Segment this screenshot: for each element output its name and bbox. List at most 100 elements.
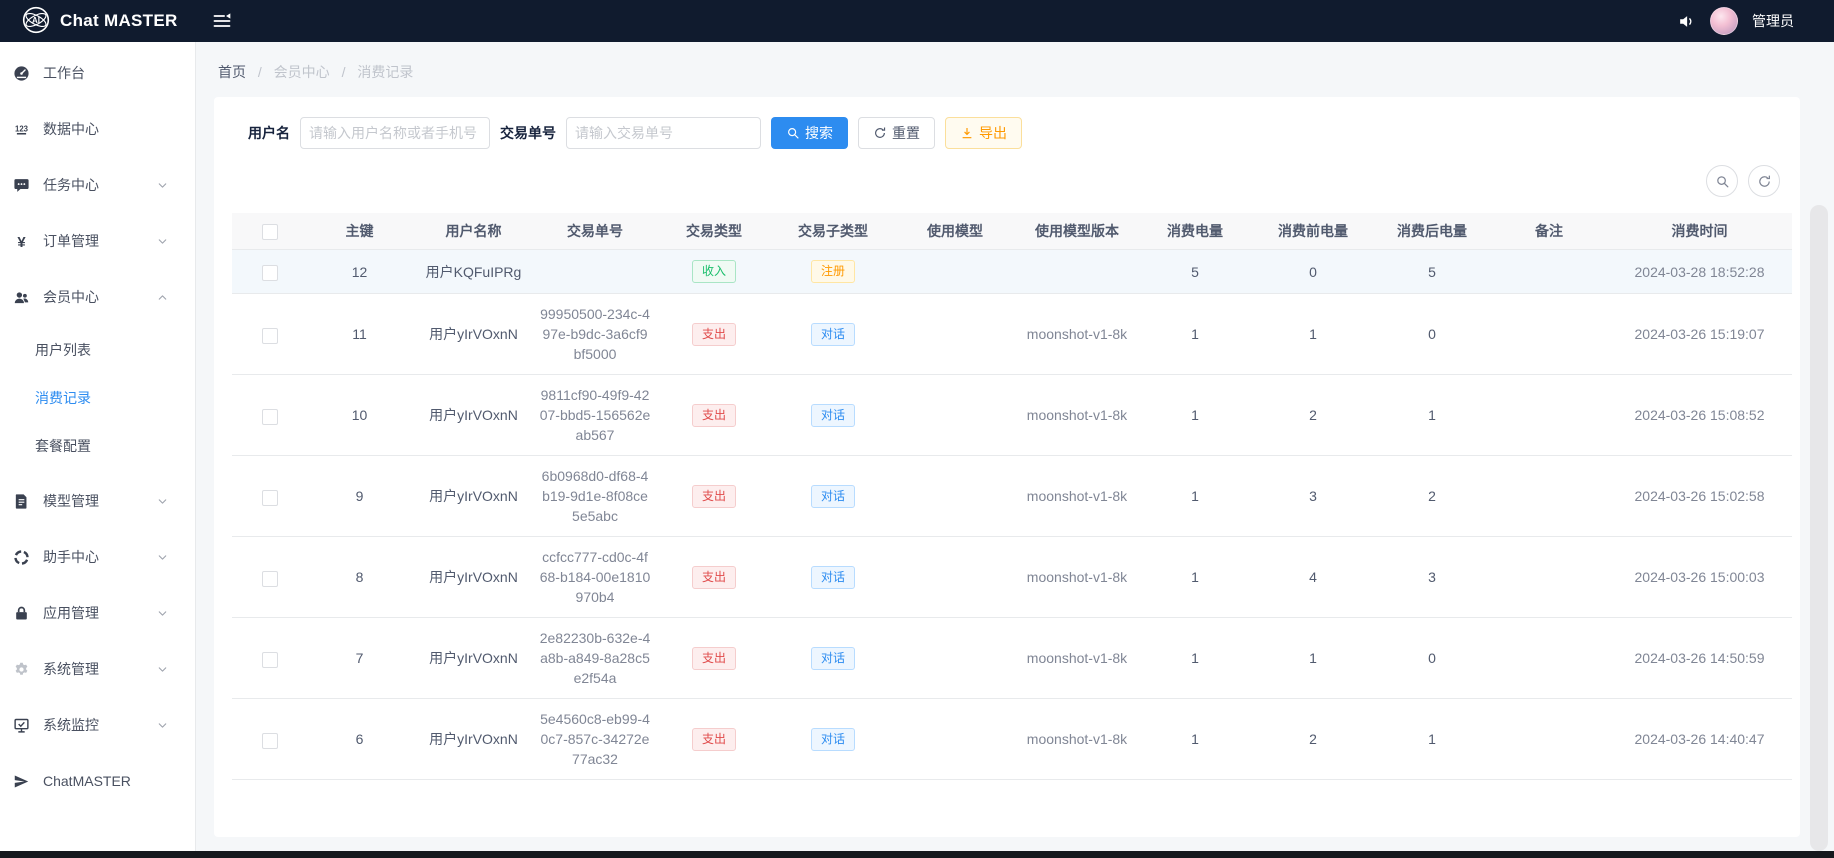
cell-id: 8 bbox=[307, 537, 412, 618]
username-input[interactable] bbox=[300, 117, 490, 149]
order-no-input[interactable] bbox=[566, 117, 761, 149]
cell-select bbox=[232, 294, 307, 375]
sidebar-item-system-management[interactable]: 系统管理 bbox=[0, 648, 195, 690]
column-header: 消费后电量 bbox=[1373, 213, 1491, 250]
cell-power: 1 bbox=[1137, 618, 1253, 699]
search-icon bbox=[1715, 174, 1730, 189]
cell-power-after: 2 bbox=[1373, 456, 1491, 537]
column-header: 使用模型版本 bbox=[1017, 213, 1137, 250]
row-checkbox[interactable] bbox=[262, 409, 278, 425]
filter-bar: 用户名 交易单号 搜索 重置 导出 bbox=[232, 117, 1782, 149]
cell-power-before: 2 bbox=[1253, 699, 1373, 780]
reset-button-label: 重置 bbox=[892, 123, 920, 143]
sidebar-item-assistant-center[interactable]: 助手中心 bbox=[0, 536, 195, 578]
cell-power-after: 1 bbox=[1373, 699, 1491, 780]
sidebar-item-workbench[interactable]: 工作台 bbox=[0, 52, 195, 94]
send-icon bbox=[12, 772, 30, 790]
cell-power-before: 1 bbox=[1253, 618, 1373, 699]
sidebar-item-task-center[interactable]: 任务中心 bbox=[0, 164, 195, 206]
search-button[interactable]: 搜索 bbox=[771, 117, 848, 149]
page-scrollbar[interactable] bbox=[1810, 205, 1828, 851]
cell-type: 支出 bbox=[655, 537, 773, 618]
sidebar-item-app-management[interactable]: 应用管理 bbox=[0, 592, 195, 634]
table-search-toggle-button[interactable] bbox=[1706, 165, 1738, 197]
tag-dialog: 对话 bbox=[811, 728, 855, 751]
cell-id: 9 bbox=[307, 456, 412, 537]
cell-model-version: moonshot-v1-8k bbox=[1017, 294, 1137, 375]
cell-order-no: 5e4560c8-eb99-40c7-857c-34272e77ac32 bbox=[535, 699, 655, 780]
cell-subtype: 对话 bbox=[773, 618, 893, 699]
row-checkbox[interactable] bbox=[262, 571, 278, 587]
cell-power: 1 bbox=[1137, 537, 1253, 618]
reset-button[interactable]: 重置 bbox=[858, 117, 935, 149]
cell-model-version: moonshot-v1-8k bbox=[1017, 456, 1137, 537]
cell-user: 用户KQFuIPRg bbox=[412, 250, 535, 294]
sidebar-item-member-center[interactable]: 会员中心 bbox=[0, 276, 195, 318]
svg-text:AI: AI bbox=[32, 16, 40, 25]
cell-select bbox=[232, 456, 307, 537]
row-checkbox[interactable] bbox=[262, 652, 278, 668]
cell-time: 2024-03-26 14:40:47 bbox=[1607, 699, 1792, 780]
tag-dialog: 对话 bbox=[811, 566, 855, 589]
cell-subtype: 注册 bbox=[773, 250, 893, 294]
cell-select bbox=[232, 537, 307, 618]
breadcrumb-home[interactable]: 首页 bbox=[218, 64, 246, 80]
sidebar-item-data-center[interactable]: 123数据中心 bbox=[0, 108, 195, 150]
column-header: 消费时间 bbox=[1607, 213, 1792, 250]
row-checkbox[interactable] bbox=[262, 490, 278, 506]
sidebar-collapse-icon[interactable] bbox=[212, 11, 232, 31]
table-refresh-button[interactable] bbox=[1748, 165, 1780, 197]
tag-dialog: 对话 bbox=[811, 404, 855, 427]
app-logo-icon: AI bbox=[22, 6, 50, 37]
cell-power-after: 0 bbox=[1373, 294, 1491, 375]
sidebar-subitem-user-list[interactable]: 用户列表 bbox=[0, 330, 195, 370]
order-no-text: ccfcc777-cd0c-4f68-b184-00e1810970b4 bbox=[539, 547, 651, 607]
chevron-down-icon bbox=[156, 495, 169, 508]
breadcrumb-member-center[interactable]: 会员中心 bbox=[274, 64, 330, 80]
sidebar-item-system-monitor[interactable]: 系统监控 bbox=[0, 704, 195, 746]
cell-model bbox=[893, 618, 1017, 699]
table-row: 11用户yIrVOxnN99950500-234c-497e-b9dc-3a6c… bbox=[232, 294, 1792, 375]
row-checkbox[interactable] bbox=[262, 265, 278, 281]
consumption-table: 主键用户名称交易单号交易类型交易子类型使用模型使用模型版本消费电量消费前电量消费… bbox=[232, 213, 1792, 780]
chevron-down-icon bbox=[156, 551, 169, 564]
column-header: 主键 bbox=[307, 213, 412, 250]
consume-time-text: 2024-03-26 15:02:58 bbox=[1635, 488, 1765, 504]
breadcrumb: 首页 / 会员中心 / 消费记录 bbox=[196, 42, 1834, 97]
cell-model-version: moonshot-v1-8k bbox=[1017, 375, 1137, 456]
order-icon: ¥ bbox=[12, 232, 30, 250]
cell-power-after: 0 bbox=[1373, 618, 1491, 699]
avatar[interactable] bbox=[1710, 7, 1738, 35]
sidebar-item-label: 系统管理 bbox=[43, 659, 156, 679]
row-checkbox[interactable] bbox=[262, 328, 278, 344]
consume-time-text: 2024-03-26 14:50:59 bbox=[1635, 650, 1765, 666]
column-header: 交易单号 bbox=[535, 213, 655, 250]
sidebar-item-model-management[interactable]: 模型管理 bbox=[0, 480, 195, 522]
sidebar-item-chatmaster[interactable]: ChatMASTER bbox=[0, 760, 195, 802]
model-icon bbox=[12, 492, 30, 510]
row-checkbox[interactable] bbox=[262, 733, 278, 749]
system-icon bbox=[12, 660, 30, 678]
volume-icon[interactable] bbox=[1677, 12, 1696, 31]
cell-time: 2024-03-26 15:00:03 bbox=[1607, 537, 1792, 618]
cell-select bbox=[232, 618, 307, 699]
tag-dialog: 对话 bbox=[811, 485, 855, 508]
cell-id: 11 bbox=[307, 294, 412, 375]
username-label: 用户名 bbox=[248, 123, 290, 143]
cell-time: 2024-03-28 18:52:28 bbox=[1607, 250, 1792, 294]
cell-time: 2024-03-26 15:08:52 bbox=[1607, 375, 1792, 456]
cell-power-after: 5 bbox=[1373, 250, 1491, 294]
breadcrumb-separator: / bbox=[342, 64, 346, 80]
column-header: 交易子类型 bbox=[773, 213, 893, 250]
cell-type: 收入 bbox=[655, 250, 773, 294]
select-all-checkbox[interactable] bbox=[262, 224, 278, 240]
cell-type: 支出 bbox=[655, 618, 773, 699]
cell-type: 支出 bbox=[655, 294, 773, 375]
sidebar-item-label: ChatMASTER bbox=[43, 773, 169, 789]
sidebar-item-order-management[interactable]: ¥订单管理 bbox=[0, 220, 195, 262]
sidebar-subitem-package-config[interactable]: 套餐配置 bbox=[0, 426, 195, 466]
export-button[interactable]: 导出 bbox=[945, 117, 1022, 149]
sidebar-subitem-consumption-records[interactable]: 消费记录 bbox=[0, 378, 195, 418]
cell-model bbox=[893, 537, 1017, 618]
user-name[interactable]: 管理员 bbox=[1752, 11, 1794, 31]
